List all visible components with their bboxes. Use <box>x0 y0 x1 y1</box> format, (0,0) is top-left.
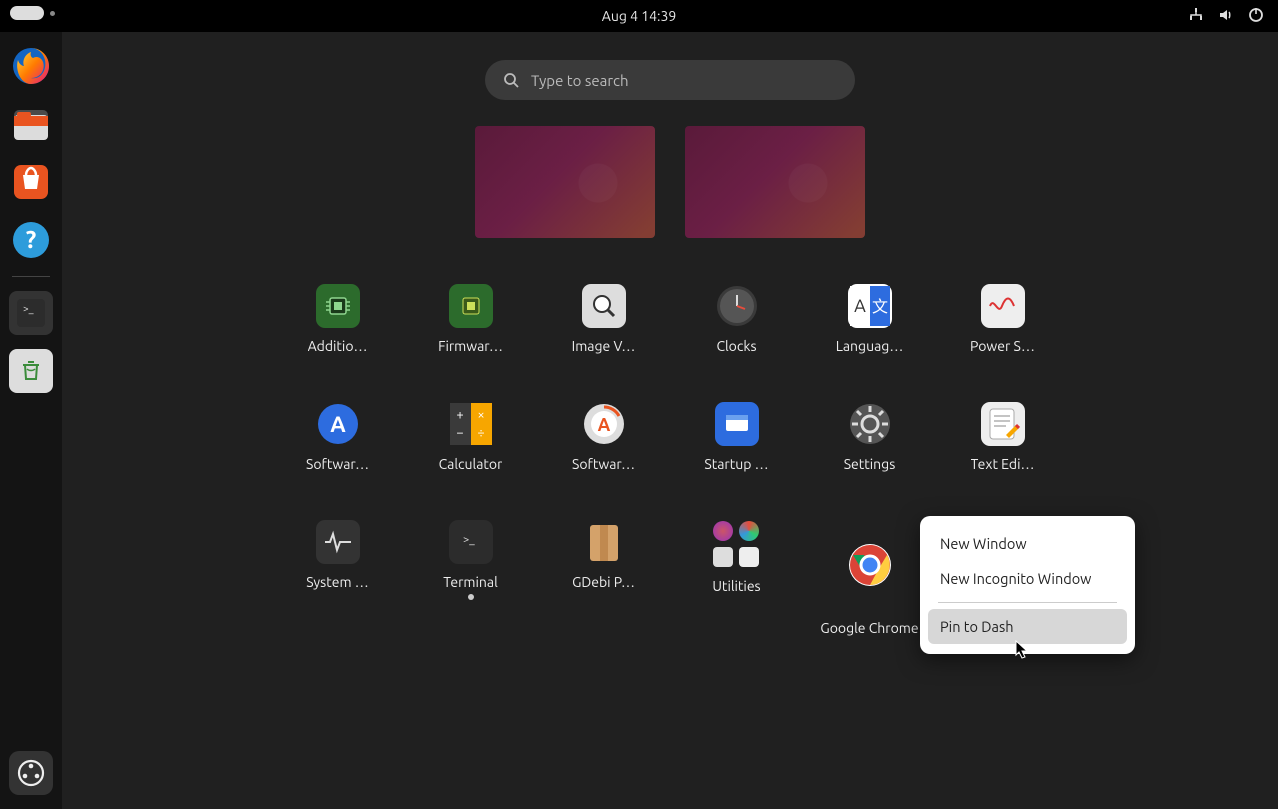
app-startup-applications[interactable]: Startup … <box>672 402 802 472</box>
page-indicator <box>468 594 474 600</box>
workspace-2[interactable] <box>685 126 865 238</box>
app-label: Google Chrome <box>820 620 918 638</box>
workspace-dot <box>50 11 55 16</box>
dock-item-files[interactable] <box>9 102 53 146</box>
app-settings[interactable]: Settings <box>805 402 935 472</box>
a-circle-icon: A <box>317 403 359 445</box>
app-label: Calculator <box>439 456 503 472</box>
app-software-updates[interactable]: A Softwar… <box>273 402 403 472</box>
app-label: Languag… <box>836 338 904 354</box>
app-software-updater[interactable]: A Softwar… <box>539 402 669 472</box>
activities-overview: Type to search Additio… Firmwar… Image V… <box>62 32 1278 809</box>
chip-icon <box>324 292 352 320</box>
window-icon <box>723 410 751 438</box>
package-icon <box>586 521 622 563</box>
app-gdebi[interactable]: GDebi P… <box>539 520 669 638</box>
svg-text:×: × <box>477 408 484 422</box>
app-language-support[interactable]: A文 Languag… <box>805 284 935 354</box>
svg-text:A: A <box>854 296 866 316</box>
dock-separator <box>12 276 50 277</box>
mouse-cursor <box>1015 640 1029 660</box>
app-label: Settings <box>844 456 896 472</box>
clock-icon <box>716 285 758 327</box>
folder-sub-icon <box>713 521 733 541</box>
svg-text:A: A <box>330 412 346 437</box>
app-terminal[interactable]: >_ Terminal <box>406 520 536 638</box>
app-label: Terminal <box>443 574 498 590</box>
context-menu: New Window New Incognito Window Pin to D… <box>920 516 1135 654</box>
workspace-1[interactable] <box>475 126 655 238</box>
svg-text:文: 文 <box>871 298 887 316</box>
app-image-viewer[interactable]: Image V… <box>539 284 669 354</box>
terminal-icon: >_ <box>457 528 485 556</box>
search-placeholder: Type to search <box>531 72 629 89</box>
app-label: Firmwar… <box>438 338 503 354</box>
ctx-new-window[interactable]: New Window <box>928 526 1127 561</box>
chip-icon <box>457 292 485 320</box>
app-folder-utilities[interactable]: Utilities <box>672 520 802 638</box>
dock-item-firefox[interactable] <box>9 44 53 88</box>
folder-sub-icon <box>739 521 759 541</box>
update-icon: A <box>583 403 625 445</box>
app-google-chrome[interactable]: Google Chrome <box>805 520 935 638</box>
magnifier-icon <box>590 292 618 320</box>
app-label: Text Edi… <box>971 456 1035 472</box>
app-firmware-updater[interactable]: Firmwar… <box>406 284 536 354</box>
text-editor-icon <box>986 407 1020 441</box>
folder-sub-icon <box>713 547 733 567</box>
app-label: Power S… <box>970 338 1035 354</box>
svg-text:A: A <box>597 415 610 435</box>
pulse-icon <box>323 527 353 557</box>
app-system-monitor[interactable]: System … <box>273 520 403 638</box>
power-icon <box>1248 7 1264 26</box>
app-label: Softwar… <box>572 456 635 472</box>
app-clocks[interactable]: Clocks <box>672 284 802 354</box>
app-additional-drivers[interactable]: Additio… <box>273 284 403 354</box>
svg-text:÷: ÷ <box>477 426 484 440</box>
folder-sub-icon <box>739 547 759 567</box>
show-applications-button[interactable] <box>9 751 53 795</box>
activities-indicator[interactable] <box>10 6 55 20</box>
svg-text:−: − <box>456 426 463 440</box>
wave-icon <box>988 291 1018 321</box>
network-icon <box>1188 7 1204 26</box>
svg-text:>_: >_ <box>23 303 34 314</box>
svg-text:>_: >_ <box>463 534 475 546</box>
app-label: Additio… <box>308 338 368 354</box>
dock: ? >_ <box>0 32 62 809</box>
app-text-editor[interactable]: Text Edi… <box>938 402 1068 472</box>
app-label: Startup … <box>704 456 768 472</box>
app-label: GDebi P… <box>572 574 635 590</box>
app-calculator[interactable]: + −× ÷ Calculator <box>406 402 536 472</box>
status-area[interactable] <box>1188 0 1264 32</box>
ctx-separator <box>938 602 1117 603</box>
search-input[interactable]: Type to search <box>485 60 855 100</box>
clock[interactable]: Aug 4 14:39 <box>602 8 676 24</box>
app-power-statistics[interactable]: Power S… <box>938 284 1068 354</box>
app-label: Utilities <box>712 578 760 594</box>
app-label: System … <box>306 574 368 590</box>
dock-item-software[interactable] <box>9 160 53 204</box>
activities-pill <box>10 6 44 20</box>
language-icon: A文 <box>850 286 890 326</box>
svg-text:+: + <box>456 408 463 422</box>
top-bar: Aug 4 14:39 <box>0 0 1278 32</box>
ctx-pin-to-dash[interactable]: Pin to Dash <box>928 609 1127 644</box>
dock-item-help[interactable]: ? <box>9 218 53 262</box>
app-label: Clocks <box>716 338 756 354</box>
dock-item-trash[interactable] <box>9 349 53 393</box>
volume-icon <box>1218 7 1234 26</box>
workspace-thumbnails <box>62 126 1278 238</box>
gear-icon <box>849 403 891 445</box>
dock-item-terminal[interactable]: >_ <box>9 291 53 335</box>
ctx-new-incognito[interactable]: New Incognito Window <box>928 561 1127 596</box>
chrome-icon <box>848 543 892 587</box>
calculator-icon: + −× ÷ <box>450 403 492 445</box>
search-icon <box>503 72 519 88</box>
svg-text:?: ? <box>26 226 37 253</box>
app-label: Softwar… <box>306 456 369 472</box>
app-label: Image V… <box>572 338 636 354</box>
